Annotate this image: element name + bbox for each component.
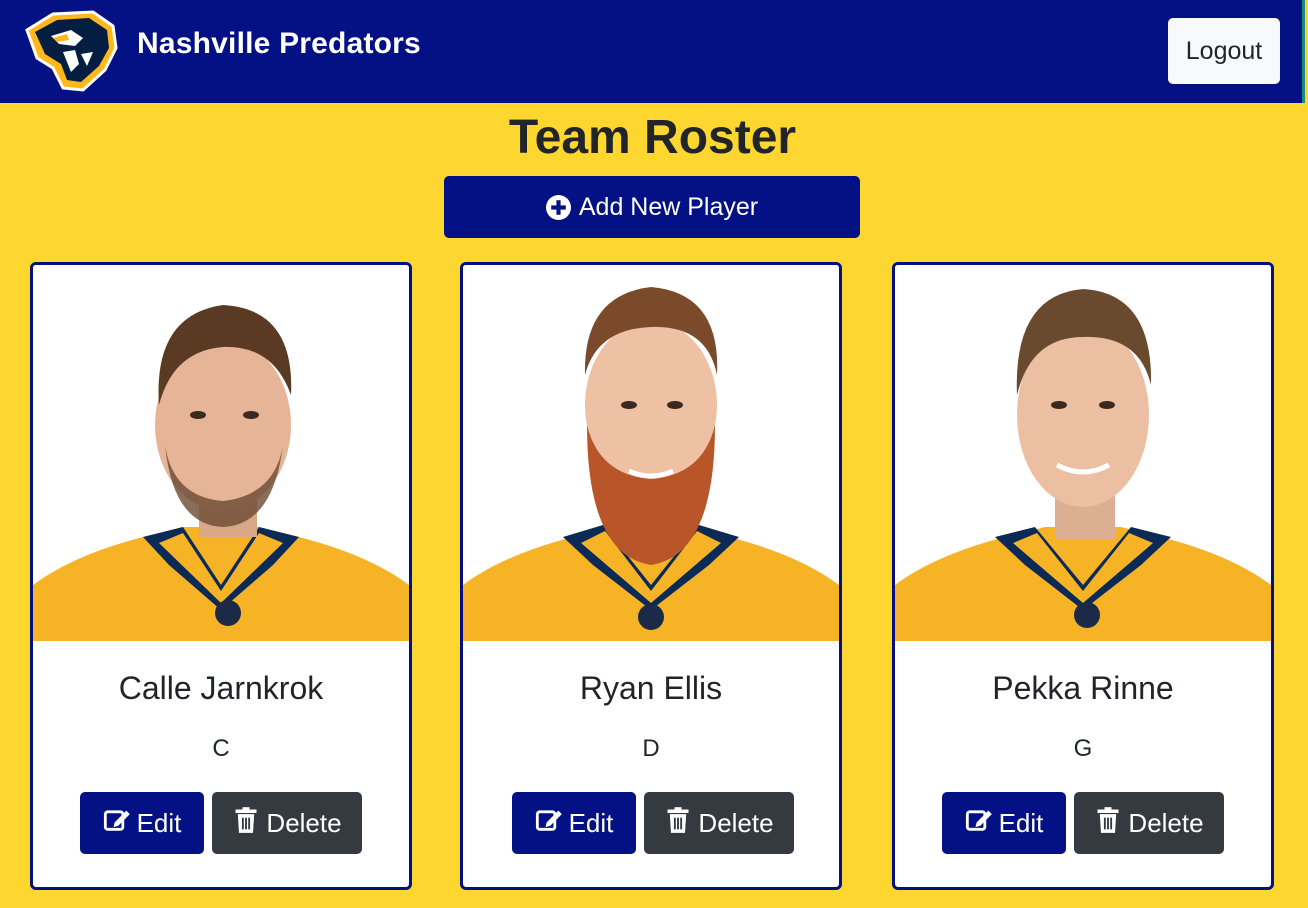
edit-button[interactable]: Edit (80, 792, 204, 854)
player-card: Calle Jarnkrok C Edit Delete (30, 262, 412, 890)
trash-icon (232, 806, 260, 841)
edit-icon (103, 806, 131, 841)
trash-icon (1094, 806, 1122, 841)
add-new-player-button[interactable]: Add New Player (444, 176, 860, 238)
trash-icon (664, 806, 692, 841)
add-new-player-label: Add New Player (578, 192, 759, 221)
player-name: Calle Jarnkrok (118, 670, 324, 706)
delete-label: Delete (266, 807, 342, 838)
player-position: G (1073, 735, 1093, 762)
edit-button[interactable]: Edit (942, 792, 1066, 854)
edit-label: Edit (568, 807, 614, 838)
edit-button[interactable]: Edit (512, 792, 636, 854)
edit-label: Edit (136, 807, 182, 838)
delete-button[interactable]: Delete (644, 792, 794, 854)
player-photo (895, 265, 1271, 641)
delete-label: Delete (1128, 807, 1204, 838)
player-position: C (212, 735, 230, 762)
edit-icon (535, 806, 563, 841)
player-photo (463, 265, 839, 641)
player-name: Ryan Ellis (579, 670, 723, 706)
edit-label: Edit (998, 807, 1044, 838)
logout-button[interactable]: Logout (1168, 18, 1280, 84)
delete-button[interactable]: Delete (1074, 792, 1224, 854)
player-position: D (642, 735, 660, 762)
navbar-edge (1302, 0, 1305, 103)
delete-button[interactable]: Delete (212, 792, 362, 854)
brand-name[interactable]: Nashville Predators (137, 27, 421, 61)
plus-circle-icon (545, 194, 571, 220)
player-card: Ryan Ellis D Edit Delete (460, 262, 842, 890)
player-photo (33, 265, 409, 641)
page-title: Team Roster (508, 111, 797, 164)
player-name: Pekka Rinne (992, 670, 1174, 706)
delete-label: Delete (698, 807, 774, 838)
edit-icon (965, 806, 993, 841)
top-navbar: Nashville Predators Logout (0, 0, 1305, 103)
player-card: Pekka Rinne G Edit Delete (892, 262, 1274, 890)
predators-logo-icon[interactable] (23, 8, 120, 92)
